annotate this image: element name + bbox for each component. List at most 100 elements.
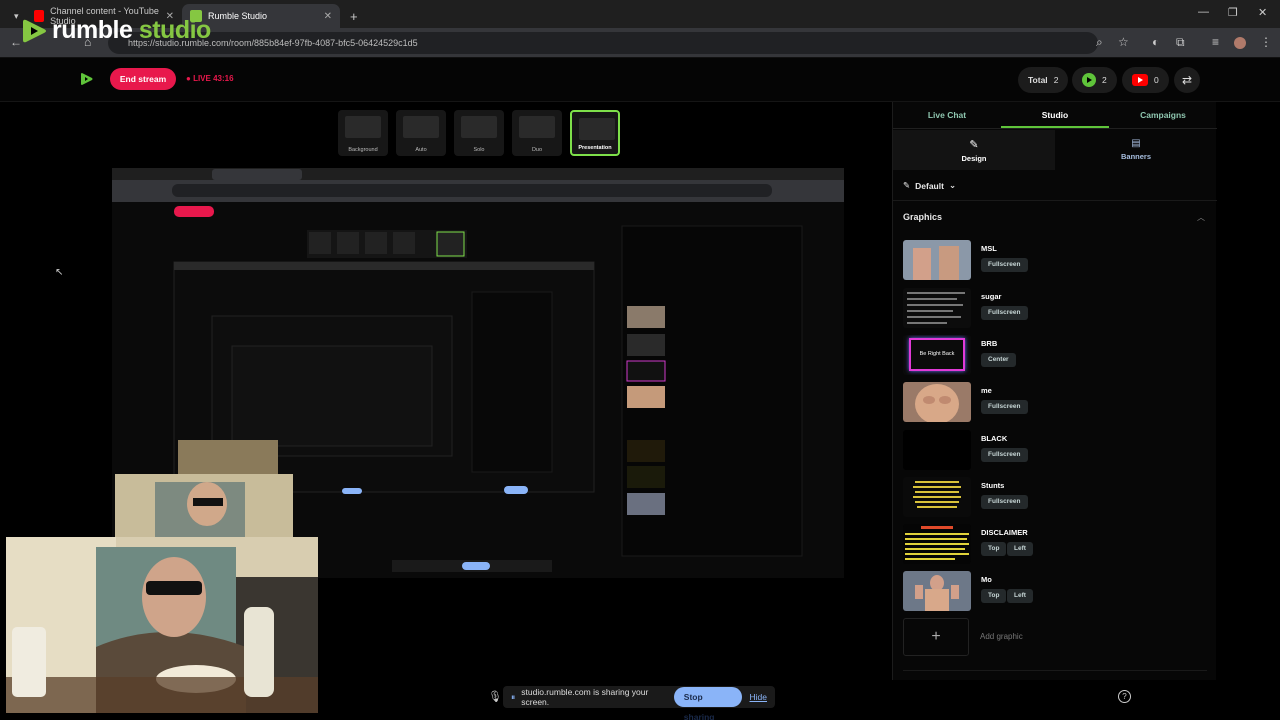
graphic-tag[interactable]: Fullscreen	[981, 306, 1028, 320]
graphic-name: Mo	[981, 575, 992, 584]
tab-title: Rumble Studio	[208, 11, 268, 21]
new-tab-button[interactable]: +	[342, 4, 366, 28]
edit-icon: ✎	[903, 180, 911, 190]
back-icon[interactable]: ←	[10, 35, 22, 49]
graphic-tag[interactable]: Top	[981, 589, 1007, 603]
layout-preview	[461, 116, 497, 138]
sidebar-subtabs: ✎ Design ▤ Banners	[893, 130, 1217, 170]
graphic-item-msl[interactable]: MSL Fullscreen	[903, 240, 1203, 280]
tab-studio[interactable]: Studio	[1001, 102, 1109, 128]
shuffle-button[interactable]: ⇄	[1174, 67, 1200, 93]
graphic-thumbnail	[903, 430, 971, 470]
help-icon[interactable]: ?	[1118, 690, 1131, 703]
tab-campaigns[interactable]: Campaigns	[1109, 102, 1217, 128]
graphic-item-mo[interactable]: Mo Top Left	[903, 571, 1203, 611]
graphic-tag[interactable]: Left	[1007, 542, 1033, 556]
layout-duo[interactable]: Duo	[512, 110, 562, 156]
preset-label: Default	[915, 180, 944, 191]
youtube-count: 0	[1154, 75, 1159, 85]
url-field[interactable]: https://studio.rumble.com/room/885b84ef-…	[108, 32, 1098, 54]
layout-label: Presentation	[578, 145, 612, 151]
live-text: LIVE 43:16	[193, 74, 234, 83]
media-icon[interactable]: ≡	[1212, 35, 1219, 49]
layout-label: Auto	[415, 147, 427, 153]
zoom-icon[interactable]: ⌕	[1096, 35, 1103, 50]
studio-sidebar: Live Chat Studio Campaigns ✎ Design ▤ Ba…	[892, 102, 1217, 680]
share-message: studio.rumble.com is sharing your screen…	[521, 687, 649, 707]
menu-icon[interactable]: ⋮	[1260, 35, 1272, 49]
puzzle-icon[interactable]: ⧉	[1176, 35, 1185, 50]
stop-sharing-button[interactable]: Stop sharing	[673, 687, 742, 720]
graphic-item-black[interactable]: BLACK Fullscreen	[903, 430, 1203, 470]
graphic-tag[interactable]: Fullscreen	[981, 495, 1028, 509]
webcam-frame-main	[6, 537, 318, 713]
graphic-tag[interactable]: Center	[981, 353, 1016, 367]
microphone-icon[interactable]: 🎙	[488, 690, 502, 703]
layout-preview	[579, 118, 615, 140]
layout-solo[interactable]: Solo	[454, 110, 504, 156]
brb-thumb-text: Be Right Back	[909, 338, 965, 371]
extension-icon[interactable]: ◐	[1152, 35, 1159, 49]
graphic-name: DISCLAIMER	[981, 528, 1028, 537]
close-window-icon[interactable]: ✕	[1258, 6, 1267, 19]
end-stream-button[interactable]: End stream	[110, 68, 176, 90]
rumble-studio-logo: rumble studio	[22, 16, 211, 45]
shuffle-icon: ⇄	[1181, 73, 1193, 87]
rumble-icon	[1082, 73, 1096, 87]
chevron-down-icon: ⌄	[948, 180, 957, 190]
close-icon[interactable]: ✕	[324, 11, 332, 22]
profile-avatar[interactable]	[1234, 37, 1246, 49]
restore-icon[interactable]: ❐	[1228, 6, 1238, 19]
minimize-icon[interactable]: —	[1198, 6, 1209, 18]
subtab-label: Design	[961, 154, 987, 163]
graphic-tag[interactable]: Top	[981, 542, 1007, 556]
preset-dropdown[interactable]: ✎ Default ⌄	[903, 180, 956, 191]
graphic-item-me[interactable]: me Fullscreen	[903, 382, 1203, 422]
webcam-image	[115, 474, 293, 538]
graphic-item-stunts[interactable]: Stunts Fullscreen	[903, 477, 1203, 517]
graphic-thumbnail: Be Right Back	[903, 335, 971, 375]
graphic-item-brb[interactable]: Be Right Back BRB Center	[903, 335, 1203, 375]
bookmark-star-icon[interactable]: ☆	[1118, 35, 1129, 49]
graphic-item-sugar[interactable]: sugar Fullscreen	[903, 288, 1203, 328]
layout-selector: Background Auto Solo Duo Presentation	[338, 110, 620, 156]
graphic-name: Stunts	[981, 481, 1005, 490]
layout-auto[interactable]: Auto	[396, 110, 446, 156]
sidebar-tabs: Live Chat Studio Campaigns	[893, 102, 1217, 129]
graphic-tag[interactable]: Fullscreen	[981, 400, 1028, 414]
graphics-title: Graphics	[903, 212, 943, 222]
webcam-frame-medium	[115, 474, 293, 538]
subtab-design[interactable]: ✎ Design	[893, 130, 1055, 170]
screen-share-bar: ⏸ studio.rumble.com is sharing your scre…	[503, 686, 775, 720]
total-viewers-pill[interactable]: Total 2	[1018, 67, 1069, 93]
graphic-thumbnail	[903, 288, 971, 328]
graphic-tag[interactable]: Left	[1007, 589, 1033, 603]
layout-preview	[403, 116, 439, 138]
subtab-banners[interactable]: ▤ Banners	[1055, 130, 1217, 170]
rumble-viewers-pill[interactable]: 2	[1072, 67, 1117, 93]
layout-preview	[519, 116, 555, 138]
studio-header: End stream ● LIVE 43:16 Total 2 2 0 ⇄	[0, 58, 1280, 102]
graphic-thumbnail	[903, 571, 971, 611]
layout-presentation[interactable]: Presentation	[570, 110, 620, 156]
hide-link[interactable]: Hide	[750, 692, 767, 702]
logo-accent-word: studio	[138, 16, 212, 44]
layout-background[interactable]: Background	[338, 110, 388, 156]
rumble-play-icon	[81, 73, 93, 85]
collapse-chevron-icon[interactable]: ︿	[1197, 212, 1205, 223]
add-graphic-button[interactable]: +	[903, 618, 969, 656]
graphic-tag[interactable]: Fullscreen	[981, 448, 1028, 462]
add-graphic-label[interactable]: Add graphic	[980, 632, 1023, 641]
graphic-name: BRB	[981, 339, 998, 348]
graphic-name: MSL	[981, 244, 997, 253]
layout-label: Solo	[473, 147, 485, 153]
subtab-label: Banners	[1120, 152, 1151, 161]
graphic-tag[interactable]: Fullscreen	[981, 258, 1028, 272]
graphic-thumbnail	[903, 524, 971, 564]
layout-preview	[345, 116, 381, 138]
total-label: Total	[1028, 75, 1048, 85]
graphic-item-disclaimer[interactable]: DISCLAIMER Top Left	[903, 524, 1203, 564]
youtube-viewers-pill[interactable]: 0	[1122, 67, 1169, 93]
tab-live-chat[interactable]: Live Chat	[893, 102, 1001, 128]
graphic-thumbnail	[903, 477, 971, 517]
